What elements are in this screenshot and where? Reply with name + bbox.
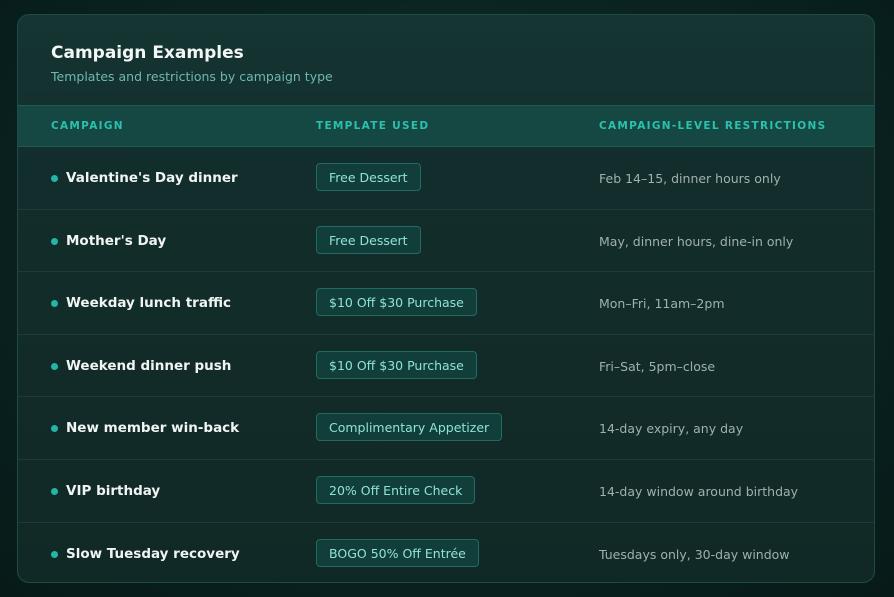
template-badge: Free Dessert xyxy=(316,163,421,191)
template-badge: BOGO 50% Off Entrée xyxy=(316,538,479,567)
status-dot xyxy=(51,487,58,495)
restriction-text: Fri–Sat, 5pm–close xyxy=(599,358,716,374)
card-header: Campaign Examples Templates and restrict… xyxy=(18,15,874,105)
column-header-campaign: CAMPAIGN xyxy=(51,120,124,132)
template-badge: 20% Off Entire Check xyxy=(316,475,476,504)
table-row: Weekend dinner push $10 Off $30 Purchase… xyxy=(18,335,874,398)
table-header: CAMPAIGN TEMPLATE USED CAMPAIGN-LEVEL RE… xyxy=(18,105,874,147)
table-row: Slow Tuesday recovery BOGO 50% Off Entré… xyxy=(18,523,874,582)
table-row: Mother's Day Free Dessert May, dinner ho… xyxy=(18,210,874,273)
restriction-text: Tuesdays only, 30-day window xyxy=(599,546,790,562)
column-header-restrictions: CAMPAIGN-LEVEL RESTRICTIONS xyxy=(599,120,827,132)
restriction-text: 14-day expiry, any day xyxy=(599,421,744,437)
table-row: Weekday lunch traffic $10 Off $30 Purcha… xyxy=(18,272,874,335)
status-dot xyxy=(51,425,58,433)
card-subtitle: Templates and restrictions by campaign t… xyxy=(51,69,333,84)
template-badge: $10 Off $30 Purchase xyxy=(316,288,477,317)
campaign-name: Mother's Day xyxy=(66,232,167,249)
restriction-text: May, dinner hours, dine-in only xyxy=(599,233,794,249)
campaign-name: Weekday lunch traffic xyxy=(66,295,231,312)
campaign-name: Slow Tuesday recovery xyxy=(66,545,240,562)
template-badge: Free Dessert xyxy=(316,225,421,254)
table-body: Valentine's Day dinner Free Dessert Feb … xyxy=(18,147,874,582)
template-badge: $10 Off $30 Purchase xyxy=(316,350,477,379)
campaign-name: Valentine's Day dinner xyxy=(66,170,238,186)
status-dot xyxy=(51,175,58,182)
restriction-text: Mon–Fri, 11am–2pm xyxy=(599,296,725,312)
card-title: Campaign Examples xyxy=(51,43,244,63)
campaign-name: VIP birthday xyxy=(66,482,161,499)
status-dot xyxy=(51,300,58,308)
table-row: New member win-back Complimentary Appeti… xyxy=(18,397,874,460)
restriction-text: Feb 14–15, dinner hours only xyxy=(599,171,781,186)
table-row: VIP birthday 20% Off Entire Check 14-day… xyxy=(18,460,874,523)
restriction-text: 14-day window around birthday xyxy=(599,483,799,499)
status-dot xyxy=(51,237,58,245)
table-row: Valentine's Day dinner Free Dessert Feb … xyxy=(18,147,874,210)
column-header-template: TEMPLATE USED xyxy=(316,120,430,132)
status-dot xyxy=(51,550,58,558)
campaign-name: New member win-back xyxy=(66,420,240,437)
campaign-name: Weekend dinner push xyxy=(66,357,232,374)
status-dot xyxy=(51,362,58,370)
campaign-examples-card: Campaign Examples Templates and restrict… xyxy=(17,14,875,583)
template-badge: Complimentary Appetizer xyxy=(316,413,503,442)
